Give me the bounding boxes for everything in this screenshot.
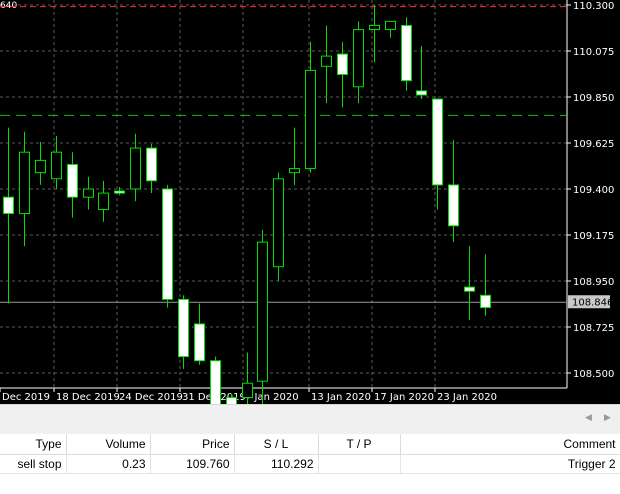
price-label: 109.175 — [573, 231, 614, 242]
bull-candle — [35, 159, 46, 174]
price-label: 108.725 — [573, 323, 614, 334]
current-price-label: 108.846 — [572, 297, 613, 308]
column-header-price[interactable]: Price — [150, 434, 235, 455]
column-header-type[interactable]: Type — [0, 434, 67, 455]
bear-candle — [448, 184, 459, 227]
order-type: sell stop — [0, 454, 67, 474]
price-label: 108.500 — [573, 369, 614, 380]
bear-candle — [194, 323, 205, 362]
bull-candle — [130, 147, 141, 190]
bear-candle — [337, 53, 348, 76]
price-chart[interactable]: 110.300 110.075 109.850 109.625 109.400 109.1… — [0, 0, 620, 404]
bear-candle — [464, 286, 475, 292]
price-label: 109.625 — [573, 139, 614, 150]
bull-candle — [273, 178, 284, 268]
scroll-left-icon[interactable]: ◀ — [585, 413, 592, 423]
date-label: Dec 2019 — [2, 392, 50, 403]
column-header-tp[interactable]: T / P — [318, 434, 401, 455]
bear-candle — [3, 196, 14, 215]
price-label: 108.950 — [573, 277, 614, 288]
order-stop-loss: 110.292 — [234, 454, 319, 474]
top-left-fragment: 640 — [0, 1, 17, 11]
bear-candle — [162, 188, 173, 300]
orders-header-row: Type Volume Price S / L T / P Comment — [0, 434, 620, 455]
column-header-volume[interactable]: Volume — [66, 434, 151, 455]
table-row[interactable]: sell stop 0.23 109.760 110.292 Trigger 2 — [0, 454, 620, 474]
bull-candle — [385, 20, 396, 31]
bear-candle — [114, 190, 125, 194]
bear-candle — [432, 98, 443, 186]
date-label: 24 Dec 2019 — [119, 392, 183, 403]
bear-candle — [146, 147, 157, 182]
bull-candle — [289, 168, 300, 174]
order-price: 109.760 — [150, 454, 235, 474]
price-label: 109.850 — [573, 93, 614, 104]
bull-candle — [83, 188, 94, 198]
price-label: 110.075 — [573, 47, 614, 58]
order-comment: Trigger 2 — [400, 454, 620, 474]
bull-candle — [305, 69, 316, 170]
bull-candle — [369, 24, 380, 31]
bear-candle — [178, 298, 189, 358]
bull-candle — [98, 192, 109, 210]
order-take-profit — [318, 454, 401, 474]
bear-candle — [416, 90, 427, 96]
order-volume: 0.23 — [66, 454, 151, 474]
bull-candle — [353, 29, 364, 88]
candlestick-chart[interactable]: 110.300 110.075 109.850 109.625 109.400 109.1… — [0, 0, 620, 404]
orders-table: Type Volume Price S / L T / P Comment se… — [0, 434, 620, 474]
price-label: 109.400 — [573, 185, 614, 196]
scroll-right-icon[interactable]: ▶ — [604, 413, 611, 423]
bull-candle — [19, 151, 30, 215]
bear-candle — [67, 163, 78, 198]
column-header-comment[interactable]: Comment — [400, 434, 620, 455]
bear-candle — [210, 360, 221, 404]
bear-candle — [480, 294, 491, 309]
bull-candle — [321, 55, 332, 67]
bull-candle — [51, 151, 62, 180]
date-label: 7 Jan 2020 — [245, 392, 299, 403]
bull-candle — [242, 382, 253, 399]
date-label: 23 Jan 2020 — [437, 392, 497, 403]
bull-candle — [257, 241, 268, 382]
horizontal-scrollbar[interactable]: ◀ ▶ — [0, 404, 620, 434]
price-label: 110.300 — [573, 1, 614, 12]
bear-candle — [401, 24, 412, 82]
column-header-sl[interactable]: S / L — [234, 434, 319, 455]
date-label: 17 Jan 2020 — [374, 392, 434, 403]
date-label: 13 Jan 2020 — [311, 392, 371, 403]
date-label: 18 Dec 2019 — [56, 392, 120, 403]
